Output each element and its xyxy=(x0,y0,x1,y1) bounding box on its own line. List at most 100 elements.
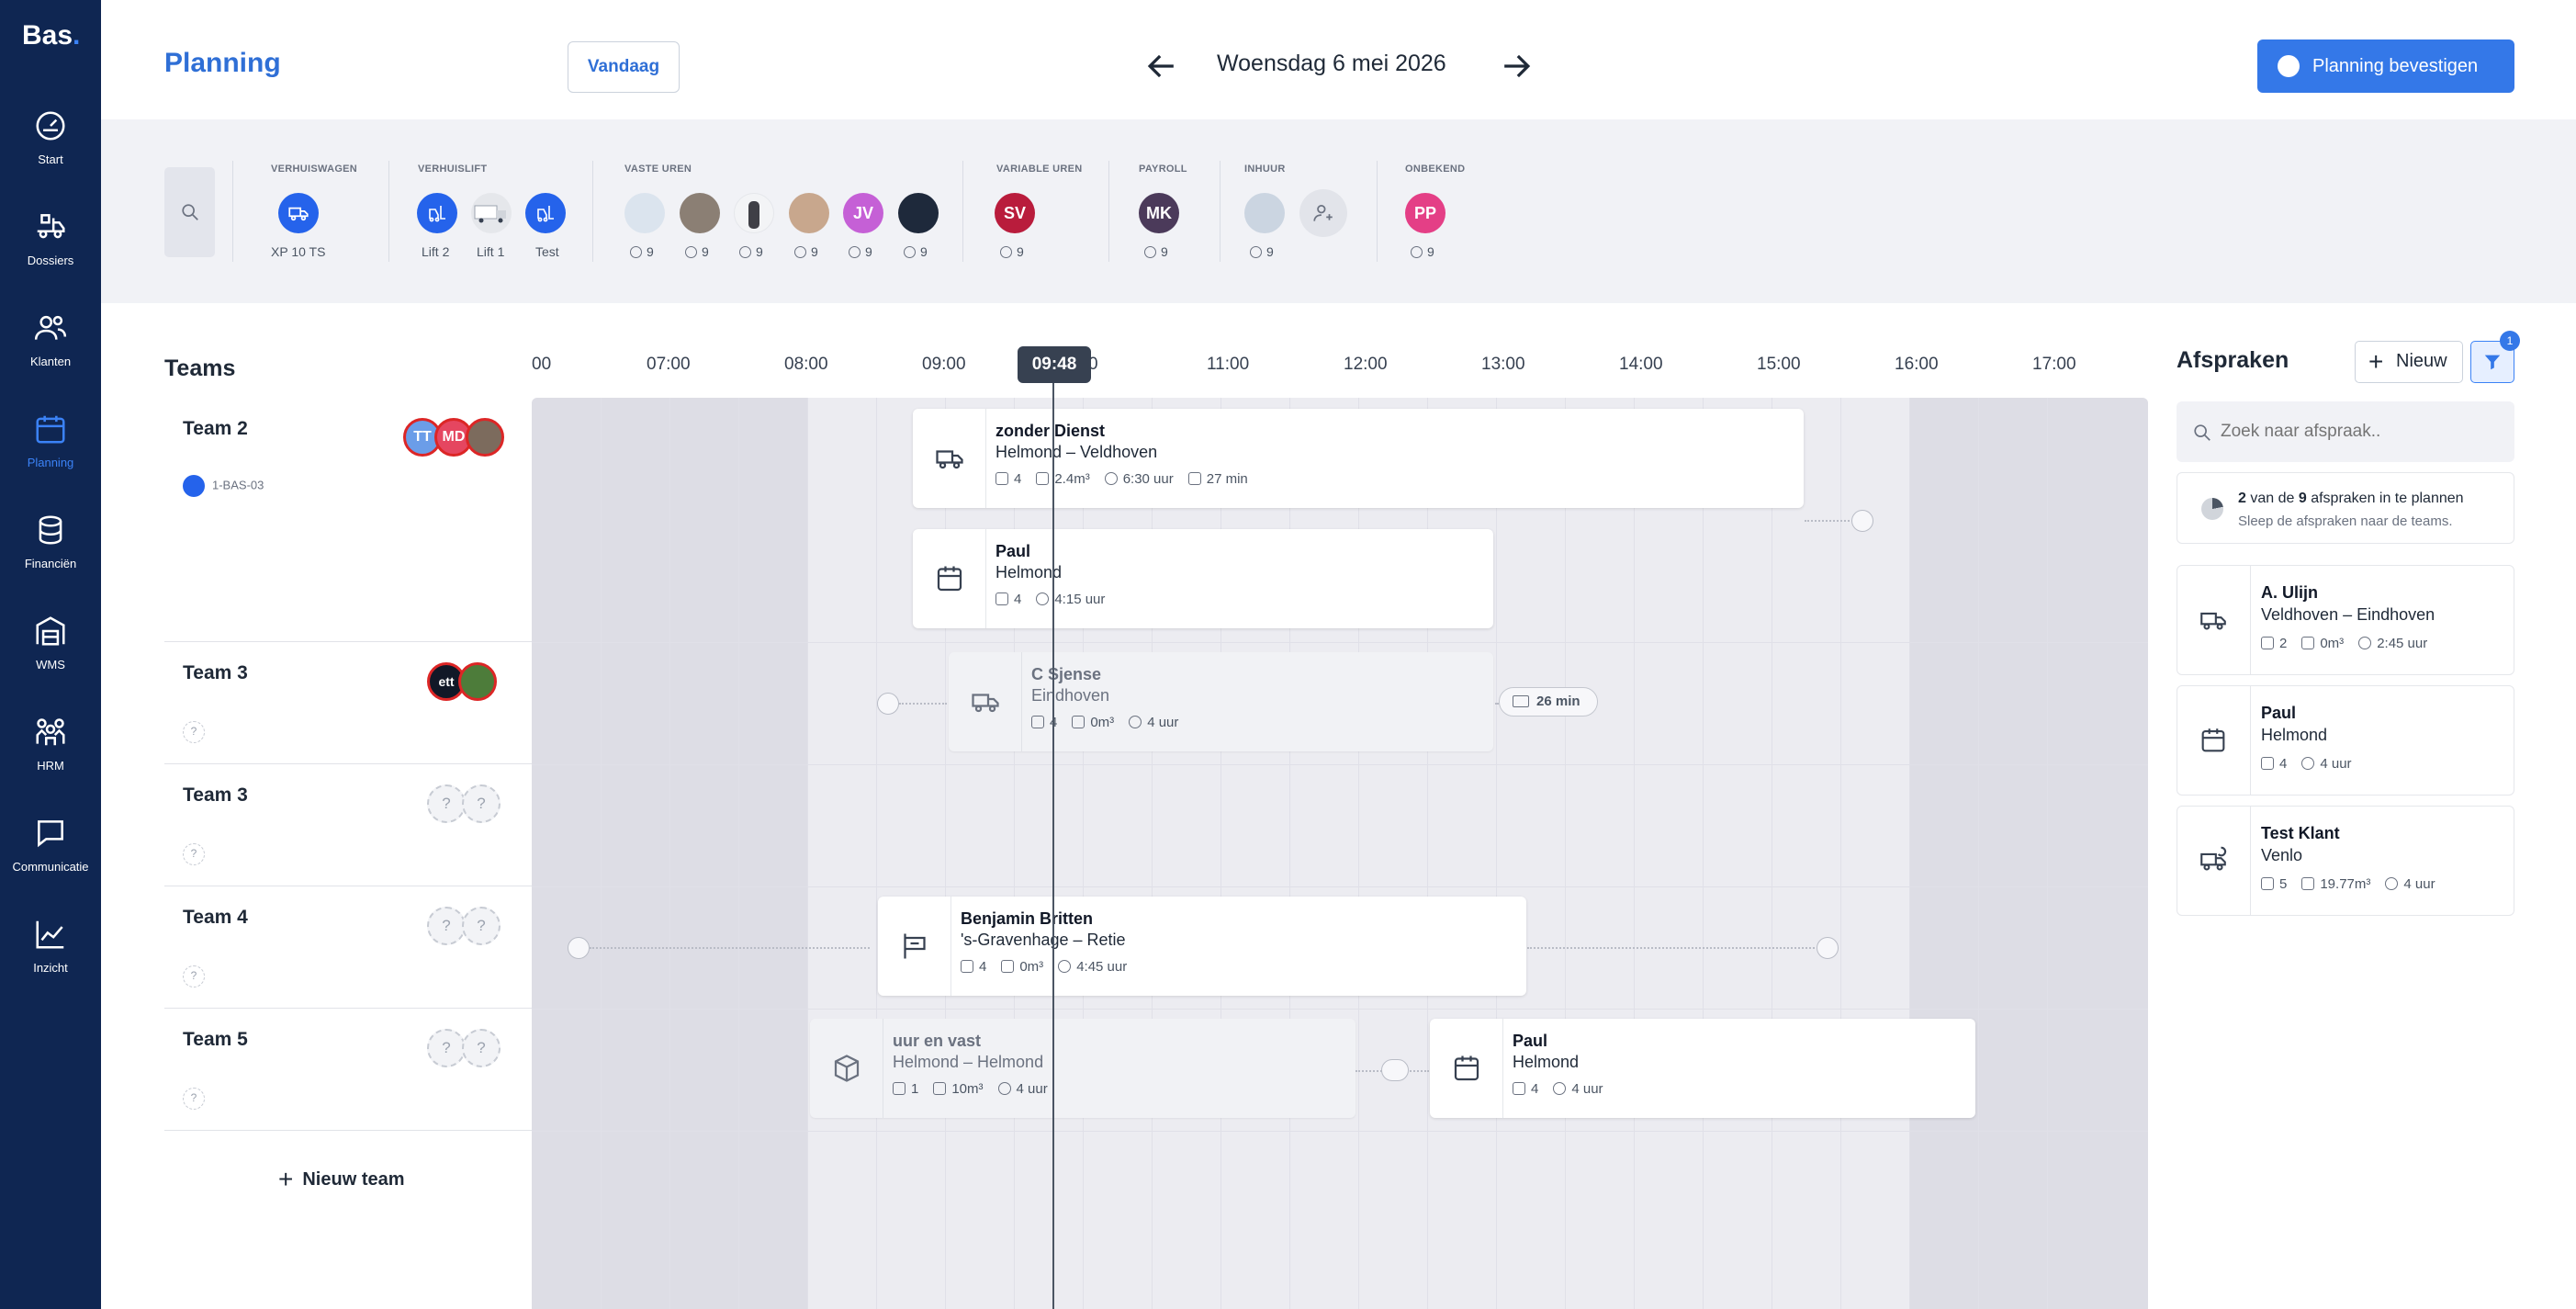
forklift-icon xyxy=(537,206,554,222)
search-input[interactable] xyxy=(2221,401,2496,462)
clock-icon xyxy=(1000,246,1012,258)
employee-avatar[interactable]: PP xyxy=(1405,193,1445,233)
clock-icon xyxy=(739,246,751,258)
hours-label: 9 xyxy=(1250,244,1274,259)
appointment-search[interactable] xyxy=(2177,401,2514,462)
sidebar-item-financien[interactable]: Financiën xyxy=(0,513,101,595)
new-appointment-button[interactable]: + Nieuw xyxy=(2355,341,2463,383)
empty-member-slot[interactable]: ? xyxy=(462,784,501,823)
employee-avatar[interactable]: SV xyxy=(995,193,1035,233)
sidebar-item-planning[interactable]: Planning xyxy=(0,412,101,494)
sidebar-item-communicatie[interactable]: Communicatie xyxy=(0,816,101,898)
appointment-card[interactable]: Benjamin Britten 's-Gravenhage – Retie 4… xyxy=(878,897,1526,996)
hours-label: 9 xyxy=(685,244,709,259)
unknown-vehicle-tag[interactable]: ? xyxy=(183,1088,205,1110)
unknown-vehicle-tag[interactable]: ? xyxy=(183,843,205,865)
arrow-left-icon[interactable] xyxy=(1142,46,1182,86)
sidebar-item-wms[interactable]: WMS xyxy=(0,614,101,696)
lift-avatar[interactable] xyxy=(417,193,457,233)
sidebar-item-inzicht[interactable]: Inzicht xyxy=(0,917,101,999)
empty-member-slot[interactable]: ? xyxy=(427,784,466,823)
sidebar-item-dossiers[interactable]: Dossiers xyxy=(0,209,101,292)
today-button[interactable]: Vandaag xyxy=(568,41,680,93)
employee-avatar[interactable] xyxy=(680,193,720,233)
hours-label: 9 xyxy=(1411,244,1434,259)
route-connector xyxy=(899,703,947,705)
appointment-card[interactable]: uur en vast Helmond – Helmond 1 10m³ 4 uur xyxy=(810,1019,1355,1118)
employee-avatar[interactable]: MK xyxy=(1139,193,1179,233)
card-title: Test Klant xyxy=(2261,824,2340,842)
time-tick: 00 xyxy=(532,355,552,374)
team-avatars: ? ? xyxy=(427,907,504,947)
card-subtitle: Helmond xyxy=(2261,726,2328,744)
lift-photo-avatar[interactable] xyxy=(471,193,512,233)
employee-avatar[interactable] xyxy=(898,193,939,233)
appointment-card[interactable]: Paul Helmond 44 uur xyxy=(1430,1019,1975,1118)
resource-search-button[interactable] xyxy=(164,167,215,257)
team-member-avatar[interactable] xyxy=(466,418,504,457)
planning-hint-text: Sleep de afspraken naar de teams. xyxy=(2238,513,2453,529)
card-title: A. Ulijn xyxy=(2261,583,2318,602)
appointment-card[interactable]: Paul Helmond 4 4:15 uur xyxy=(913,529,1493,628)
sidebar-item-label: Klanten xyxy=(29,355,72,368)
sidebar-item-klanten[interactable]: Klanten xyxy=(0,310,101,393)
sidebar-item-label: WMS xyxy=(36,658,65,671)
employee-avatar[interactable] xyxy=(734,193,774,233)
team-member-avatar[interactable] xyxy=(458,662,497,701)
resource-group-title: VASTE UREN xyxy=(624,164,692,175)
plus-icon: + xyxy=(278,1165,294,1193)
unplanned-appointment-card[interactable]: Test Klant Venlo 5 19.77m³ 4 uur xyxy=(2177,806,2514,916)
team-row[interactable]: Team 4 ? ? ? xyxy=(164,886,532,1009)
unplanned-appointment-card[interactable]: A. Ulijn Veldhoven – Eindhoven 2 0m³ 2:45 … xyxy=(2177,565,2514,675)
appointment-card[interactable]: C Sjense Eindhoven 40m³4 uur xyxy=(949,652,1493,751)
unplanned-appointment-card[interactable]: Paul Helmond 44 uur xyxy=(2177,685,2514,796)
clock-icon xyxy=(1250,246,1262,258)
confirm-planning-label: Planning bevestigen xyxy=(2312,56,2479,76)
employee-avatar[interactable] xyxy=(789,193,829,233)
logo[interactable]: Bas. xyxy=(22,20,80,51)
employee-avatar[interactable] xyxy=(624,193,665,233)
calendar-icon xyxy=(1454,1055,1479,1081)
new-team-button[interactable]: + Nieuw team xyxy=(278,1165,405,1194)
empty-member-slot[interactable]: ? xyxy=(462,907,501,945)
lift-avatar[interactable] xyxy=(525,193,566,233)
clock-icon xyxy=(2385,877,2399,890)
team-row[interactable]: Team 3 ett ? xyxy=(164,642,532,764)
hours-label: 9 xyxy=(849,244,872,259)
appointment-card[interactable]: zonder Dienst Helmond – Veldhoven 4 2.4m³… xyxy=(913,409,1804,508)
card-icon-area xyxy=(913,409,986,508)
team-row[interactable]: Team 5 ? ? ? xyxy=(164,1009,532,1131)
card-title: Paul xyxy=(996,542,1031,560)
unknown-vehicle-tag[interactable]: ? xyxy=(183,965,205,987)
people-icon xyxy=(996,592,1008,605)
people-icon xyxy=(961,960,973,973)
appointments-title: Afspraken xyxy=(2177,347,2289,373)
truck-icon xyxy=(972,694,999,713)
empty-member-slot[interactable]: ? xyxy=(427,907,466,945)
truck-return-icon xyxy=(2200,846,2227,871)
employee-avatar[interactable] xyxy=(1244,193,1285,233)
team-vehicle-tag[interactable]: 1-BAS-03 xyxy=(183,475,264,497)
sidebar-item-hrm[interactable]: HRM xyxy=(0,715,101,797)
empty-member-slot[interactable]: ? xyxy=(427,1029,466,1067)
empty-member-slot[interactable]: ? xyxy=(462,1029,501,1067)
employee-avatar[interactable]: JV xyxy=(843,193,883,233)
hours-label: 9 xyxy=(739,244,763,259)
hours-label: 9 xyxy=(1144,244,1168,259)
calendar-icon xyxy=(36,415,65,444)
people-group-icon xyxy=(36,718,65,746)
add-person-button[interactable] xyxy=(1299,189,1347,237)
coins-icon xyxy=(39,515,62,545)
team-row[interactable]: Team 3 ? ? ? xyxy=(164,764,532,886)
team-row[interactable]: Team 2 TT MD 1-BAS-03 xyxy=(164,398,532,642)
hours-label: 9 xyxy=(904,244,928,259)
chart-line-icon xyxy=(36,920,64,949)
arrow-right-icon[interactable] xyxy=(1496,46,1536,86)
travel-time-badge: 26 min xyxy=(1499,687,1598,717)
sidebar-item-start[interactable]: Start xyxy=(0,108,101,191)
confirm-planning-button[interactable]: Planning bevestigen xyxy=(2257,39,2514,93)
clock-icon xyxy=(904,246,916,258)
unknown-vehicle-tag[interactable]: ? xyxy=(183,721,205,743)
truck-icon xyxy=(936,450,963,469)
truck-avatar[interactable] xyxy=(278,193,319,233)
